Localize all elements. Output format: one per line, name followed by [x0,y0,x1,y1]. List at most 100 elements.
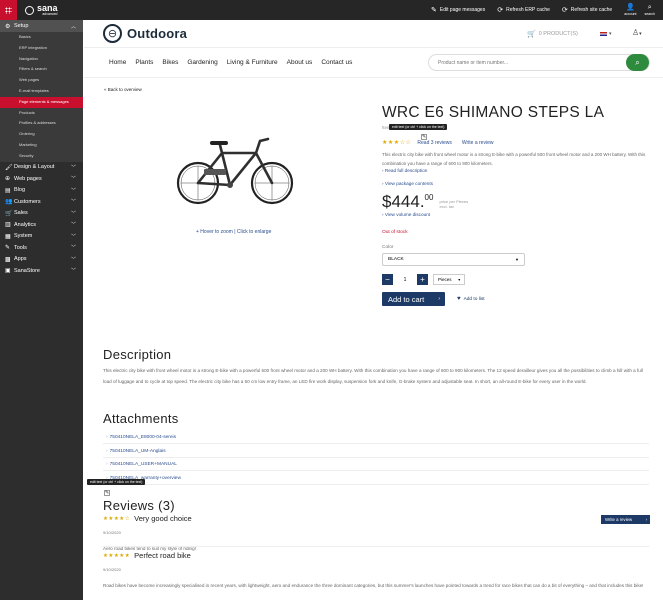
chevron-up-icon: ︿ [70,23,76,30]
sidebar-item-label: Sales [14,210,28,217]
sidebar-subitem[interactable]: ERP integration [0,42,83,54]
nav-link[interactable]: Contact us [321,59,352,66]
nav-link[interactable]: Gardening [187,59,217,66]
nav-link[interactable]: Living & Furniture [227,59,278,66]
site-logo[interactable]: ⊖ Outdoora [103,24,187,43]
read-full-description-link[interactable]: › Read full description [382,168,652,173]
sidebar-item[interactable]: ✎ Tools ﹀ [0,242,83,254]
chevron-down-icon: ﹀ [70,164,76,171]
edit-pencil-icon[interactable]: ✎ [421,134,427,140]
review-date: 9/10/2020 [103,530,121,535]
view-package-contents-link[interactable]: › View package contents [382,181,652,186]
view-volume-discount-link[interactable]: › View volume discount [382,212,652,217]
unit-value: Pieces [438,277,452,282]
sana-logo[interactable]: sana advanced [25,4,58,16]
cart-summary[interactable]: 🛒 0 PRODUCT(S) [527,30,578,38]
sidebar-item-label: Blog [14,187,26,194]
search-button[interactable]: ⌕ [626,54,649,71]
color-value: BLACK [388,257,404,262]
refresh-erp-cache-button[interactable]: ⟳ Refresh ERP cache [497,6,550,14]
add-to-list-button[interactable]: ♥ Add to list [457,296,485,302]
sidebar-subitem[interactable]: Basics [0,32,83,43]
price-cents: 00 [424,193,434,202]
edit-pencil-icon[interactable]: ✎ [104,490,110,496]
customers-icon: 👥 [5,199,13,206]
nav-link[interactable]: Bikes [162,59,178,66]
sidebar-subitem[interactable]: Web pages [0,75,83,86]
nav-link[interactable]: Home [109,59,126,66]
sidebar-item-label: Design & Layout [14,164,55,171]
account-button[interactable]: 👤 account [624,4,636,16]
edit-page-messages-button[interactable]: ✎ Edit page messages [431,6,485,14]
product-title: WRC E6 SHIMANO STEPS LA [382,104,605,121]
read-reviews-link[interactable]: Read 3 reviews [417,140,451,146]
search-button[interactable]: ⌕ search [644,4,655,16]
back-to-overview-link[interactable]: « Back to overview [104,87,142,92]
attachment-link[interactable]: › 750410NELA_warranty+overview [103,472,649,485]
sidebar-item[interactable]: 🖌 Design & Layout ﹀ [0,162,83,174]
nav-link[interactable]: Plants [135,59,153,66]
unit-select[interactable]: Pieces ▼ [433,274,465,285]
blog-icon: ▤ [5,187,11,194]
account-menu[interactable]: ♙▾ [632,28,642,37]
sidebar-subitem[interactable]: Page elements & messages [0,96,83,108]
sidebar-item[interactable]: ▦ System ﹀ [0,231,83,243]
decrease-quantity-button[interactable]: − [382,274,393,285]
zoom-hint[interactable]: + Hover to zoom | Click to enlarge [196,229,271,235]
chevron-down-icon: ﹀ [70,210,76,217]
sidebar-subitem[interactable]: Security [0,150,83,162]
sidebar-subitem[interactable]: Marketing [0,139,83,151]
stock-status: Out of stock [382,230,408,235]
write-review-link[interactable]: Write a review [462,140,494,146]
apps-grid-icon[interactable] [0,0,17,20]
sidebar-item[interactable]: ▩ Apps ﹀ [0,254,83,266]
attachment-link[interactable]: › 750410NELA_USER+MANUAL [103,458,649,471]
chevron-down-icon: ﹀ [70,176,76,183]
divider [103,546,649,547]
chevron-right-icon: › [106,435,108,440]
short-description: This electric city bike with front wheel… [382,152,646,166]
review-date: 9/10/2020 [103,567,121,572]
quantity-value[interactable]: 1 [393,277,417,283]
sidebar-subitem[interactable]: Ordering [0,129,83,140]
search-icon: ⌕ [635,57,640,67]
sidebar-item[interactable]: 👥 Customers ﹀ [0,196,83,208]
sidebar-item-setup[interactable]: ⚙ Setup ︿ [0,20,83,32]
sidebar-item[interactable]: ▤ Blog ﹀ [0,185,83,197]
increase-quantity-button[interactable]: + [417,274,428,285]
language-selector[interactable]: ▾ [600,31,612,37]
sidebar-item[interactable]: 🛒 Sales ﹀ [0,208,83,220]
sidebar-item[interactable]: ▥ Analytics ﹀ [0,219,83,231]
analytics-icon: ▥ [5,222,11,229]
site-logo-text: Outdoora [127,26,188,41]
add-to-cart-button[interactable]: Add to cart › [382,292,445,306]
sidebar-subitem[interactable]: Filters & search [0,64,83,76]
action-label: Edit page messages [439,7,486,13]
review-item: ★★★★★ Perfect road bike 9/10/2020 Road bi… [103,551,649,591]
pencil-icon: ✎ [431,7,437,14]
refresh-site-cache-button[interactable]: ⟳ Refresh site cache [562,6,612,14]
sidebar-subitem[interactable]: Products [0,107,83,119]
chevron-down-icon: ▾ [639,31,642,37]
main-nav: Home Plants Bikes Gardening Living & Furnitu… [84,48,663,78]
search-label: search [644,12,655,16]
chevron-right-icon: › [106,448,108,454]
sidebar-subitem[interactable]: Navigation [0,53,83,65]
sidebar-subitem[interactable]: E-mail templates [0,85,83,97]
attachment-link[interactable]: › 750410NELA_E8000-04-sereis [103,431,649,444]
sidebar-subitem[interactable]: Profiles & addresses [0,118,83,130]
product-image[interactable] [170,119,298,215]
attachment-link[interactable]: › 750410NELA_UM-Anglais [103,445,649,458]
sidebar-item-label: Analytics [14,221,37,228]
attachment-name: 750410NELA_E8000-04-sereis [109,435,177,440]
sidebar-item[interactable]: ⊕ Web pages ﹀ [0,173,83,185]
search-box: ⌕ [428,54,650,71]
sidebar-item[interactable]: ▣ SanaStore ﹀ [0,265,83,277]
chevron-down-icon: ﹀ [70,222,76,229]
search-input[interactable] [429,59,619,66]
review-title: Very good choice [134,514,192,523]
user-icon: 👤 [625,4,635,11]
color-select[interactable]: BLACK ▼ [382,253,525,266]
nav-link[interactable]: About us [287,59,313,66]
heart-icon: ♥ [457,296,461,302]
